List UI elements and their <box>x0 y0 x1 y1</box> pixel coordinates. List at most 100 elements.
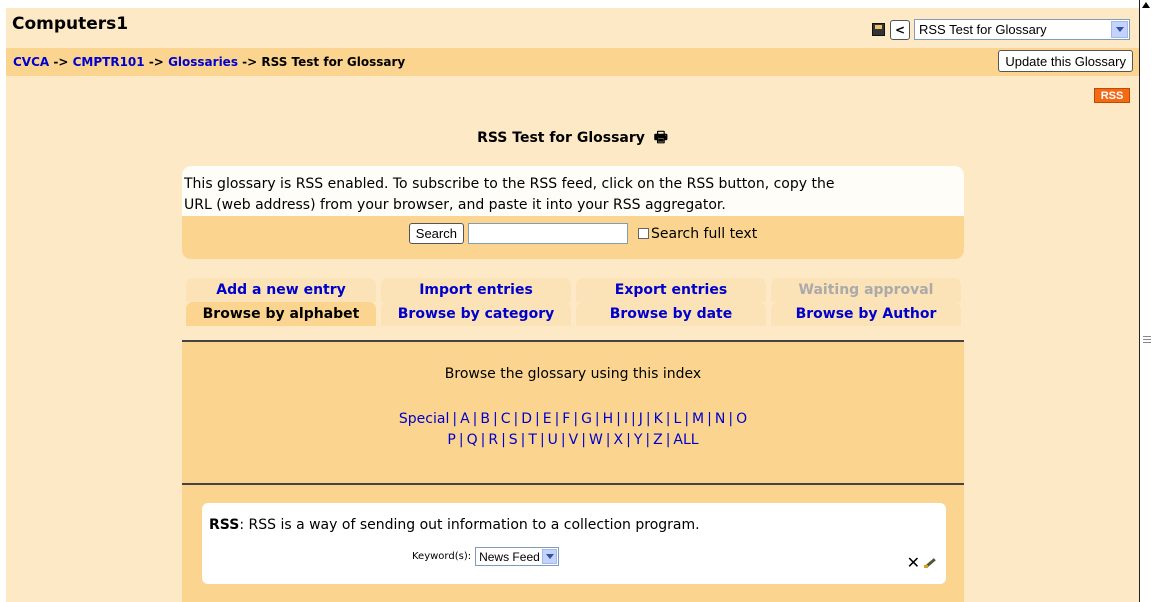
breadcrumb-current: RSS Test for Glossary <box>261 55 406 69</box>
tab-browse-author[interactable]: Browse by Author <box>771 302 961 326</box>
tab-row-actions: Add a new entry Import entries Export en… <box>186 278 961 302</box>
letter-link[interactable]: H <box>603 411 614 427</box>
letter-separator: | <box>560 432 566 448</box>
glossary-tabs: Add a new entry Import entries Export en… <box>186 278 961 326</box>
entries-panel: RSS: RSS is a way of sending out informa… <box>182 485 964 602</box>
tab-export-entries[interactable]: Export entries <box>576 278 766 302</box>
letter-link[interactable]: K <box>654 411 663 427</box>
rss-button[interactable]: RSS <box>1094 88 1130 103</box>
letter-link[interactable]: A <box>460 411 470 427</box>
breadcrumb-link-glossaries[interactable]: Glossaries <box>168 55 238 69</box>
letter-separator: | <box>513 411 519 427</box>
letter-link[interactable]: V <box>569 432 579 448</box>
letter-separator: | <box>492 411 498 427</box>
activity-select[interactable]: RSS Test for Glossary <box>914 19 1130 40</box>
letter-separator: | <box>631 411 636 427</box>
entry-actions: ✕ <box>907 553 936 572</box>
letter-separator: | <box>626 432 631 448</box>
breadcrumb-separator: -> <box>148 55 164 69</box>
entry-definition: : RSS is a way of sending out informatio… <box>239 517 700 533</box>
entry-term: RSS <box>209 517 240 533</box>
scroll-up-icon[interactable] <box>1142 2 1150 8</box>
tab-browse-date[interactable]: Browse by date <box>576 302 766 326</box>
navbar: CVCA -> CMPTR101 -> Glossaries -> RSS Te… <box>6 48 1139 76</box>
letter-separator: | <box>501 432 506 448</box>
search-fulltext-label: Search full text <box>650 225 758 242</box>
letter-link[interactable]: X <box>614 432 624 448</box>
tab-browse-alphabet[interactable]: Browse by alphabet <box>186 302 376 326</box>
keyword-label: Keyword(s): <box>412 551 472 562</box>
letter-separator: | <box>684 411 690 427</box>
letter-link[interactable]: W <box>589 432 603 448</box>
letter-separator: | <box>458 432 464 448</box>
course-title: Computers1 <box>12 14 129 34</box>
back-button[interactable]: < <box>890 19 910 40</box>
letter-link[interactable]: D <box>521 411 532 427</box>
letter-link[interactable]: O <box>736 411 747 427</box>
letter-link[interactable]: U <box>548 432 558 448</box>
letter-link[interactable]: ALL <box>673 432 698 448</box>
chevron-down-icon[interactable] <box>542 549 558 564</box>
tab-import-entries[interactable]: Import entries <box>381 278 571 302</box>
printer-icon[interactable]: 🖶 <box>654 127 668 152</box>
letter-link[interactable]: C <box>501 411 511 427</box>
letter-index-line: Special | A | B | C | D | E | F | G | H | I | J | K | L | M | N | O <box>182 409 964 430</box>
keyword-select[interactable]: News Feed <box>475 547 560 566</box>
search-fulltext-checkbox[interactable] <box>637 228 649 239</box>
letter-separator: | <box>480 432 486 448</box>
tab-browse-category[interactable]: Browse by category <box>381 302 571 326</box>
letter-link[interactable]: T <box>528 432 537 448</box>
letter-separator: | <box>539 432 545 448</box>
letter-separator: | <box>594 411 600 427</box>
letter-link[interactable]: Y <box>634 432 643 448</box>
browse-caption: Browse the glossary using this index <box>444 366 702 382</box>
letter-link[interactable]: F <box>562 411 570 427</box>
tab-row-browse: Browse by alphabet Browse by category Br… <box>186 302 961 326</box>
glossary-entry: RSS: RSS is a way of sending out informa… <box>202 503 946 584</box>
vertical-scrollbar[interactable] <box>1139 0 1153 602</box>
chevron-down-icon[interactable] <box>1111 21 1128 38</box>
letter-link[interactable]: B <box>480 411 490 427</box>
letter-separator: | <box>581 432 586 448</box>
letter-separator: | <box>520 432 526 448</box>
letter-link[interactable]: J <box>639 411 643 427</box>
letter-link[interactable]: L <box>674 411 682 427</box>
intro-text: This glossary is RSS enabled. To subscri… <box>182 166 964 216</box>
letter-link[interactable]: Special <box>399 411 449 427</box>
breadcrumb-link-cvca[interactable]: CVCA <box>13 55 49 69</box>
letter-link[interactable]: M <box>692 411 704 427</box>
delete-icon[interactable]: ✕ <box>907 553 920 572</box>
tab-add-entry[interactable]: Add a new entry <box>186 278 376 302</box>
update-glossary-button[interactable]: Update this Glossary <box>998 50 1133 72</box>
search-input[interactable] <box>467 223 628 244</box>
letter-link[interactable]: Z <box>653 432 663 448</box>
letter-separator: | <box>665 432 671 448</box>
edit-icon[interactable] <box>924 557 936 569</box>
letter-separator: | <box>534 411 540 427</box>
letter-link[interactable]: N <box>715 411 725 427</box>
letter-link[interactable]: S <box>509 432 518 448</box>
letter-separator: | <box>554 411 560 427</box>
letter-separator: | <box>645 411 651 427</box>
intro-line: URL (web address) from your browser, and… <box>184 197 726 213</box>
breadcrumb-link-cmptr101[interactable]: CMPTR101 <box>73 55 145 69</box>
letter-separator: | <box>605 432 611 448</box>
tab-waiting-approval: Waiting approval <box>771 278 961 302</box>
letter-index-line: P | Q | R | S | T | U | V | W | X | Y | Z | ALL <box>182 430 964 451</box>
letter-link[interactable]: I <box>624 411 628 427</box>
save-icon[interactable] <box>871 22 886 37</box>
page-body: Computers1 < RSS Test for Glossary CVCA … <box>6 8 1139 602</box>
letter-separator: | <box>573 411 579 427</box>
activity-select-value: RSS Test for Glossary <box>919 22 1047 37</box>
entry-text: RSS: RSS is a way of sending out informa… <box>209 517 700 533</box>
search-button[interactable]: Search <box>408 223 464 244</box>
letter-link[interactable]: G <box>581 411 592 427</box>
letter-link[interactable]: P <box>447 432 455 448</box>
intro-box: This glossary is RSS enabled. To subscri… <box>182 166 964 259</box>
letter-link[interactable]: R <box>488 432 498 448</box>
letter-separator: | <box>728 411 734 427</box>
letter-link[interactable]: E <box>543 411 552 427</box>
letter-link[interactable]: Q <box>467 432 478 448</box>
letter-separator: | <box>645 432 651 448</box>
breadcrumb-separator: -> <box>242 55 258 69</box>
